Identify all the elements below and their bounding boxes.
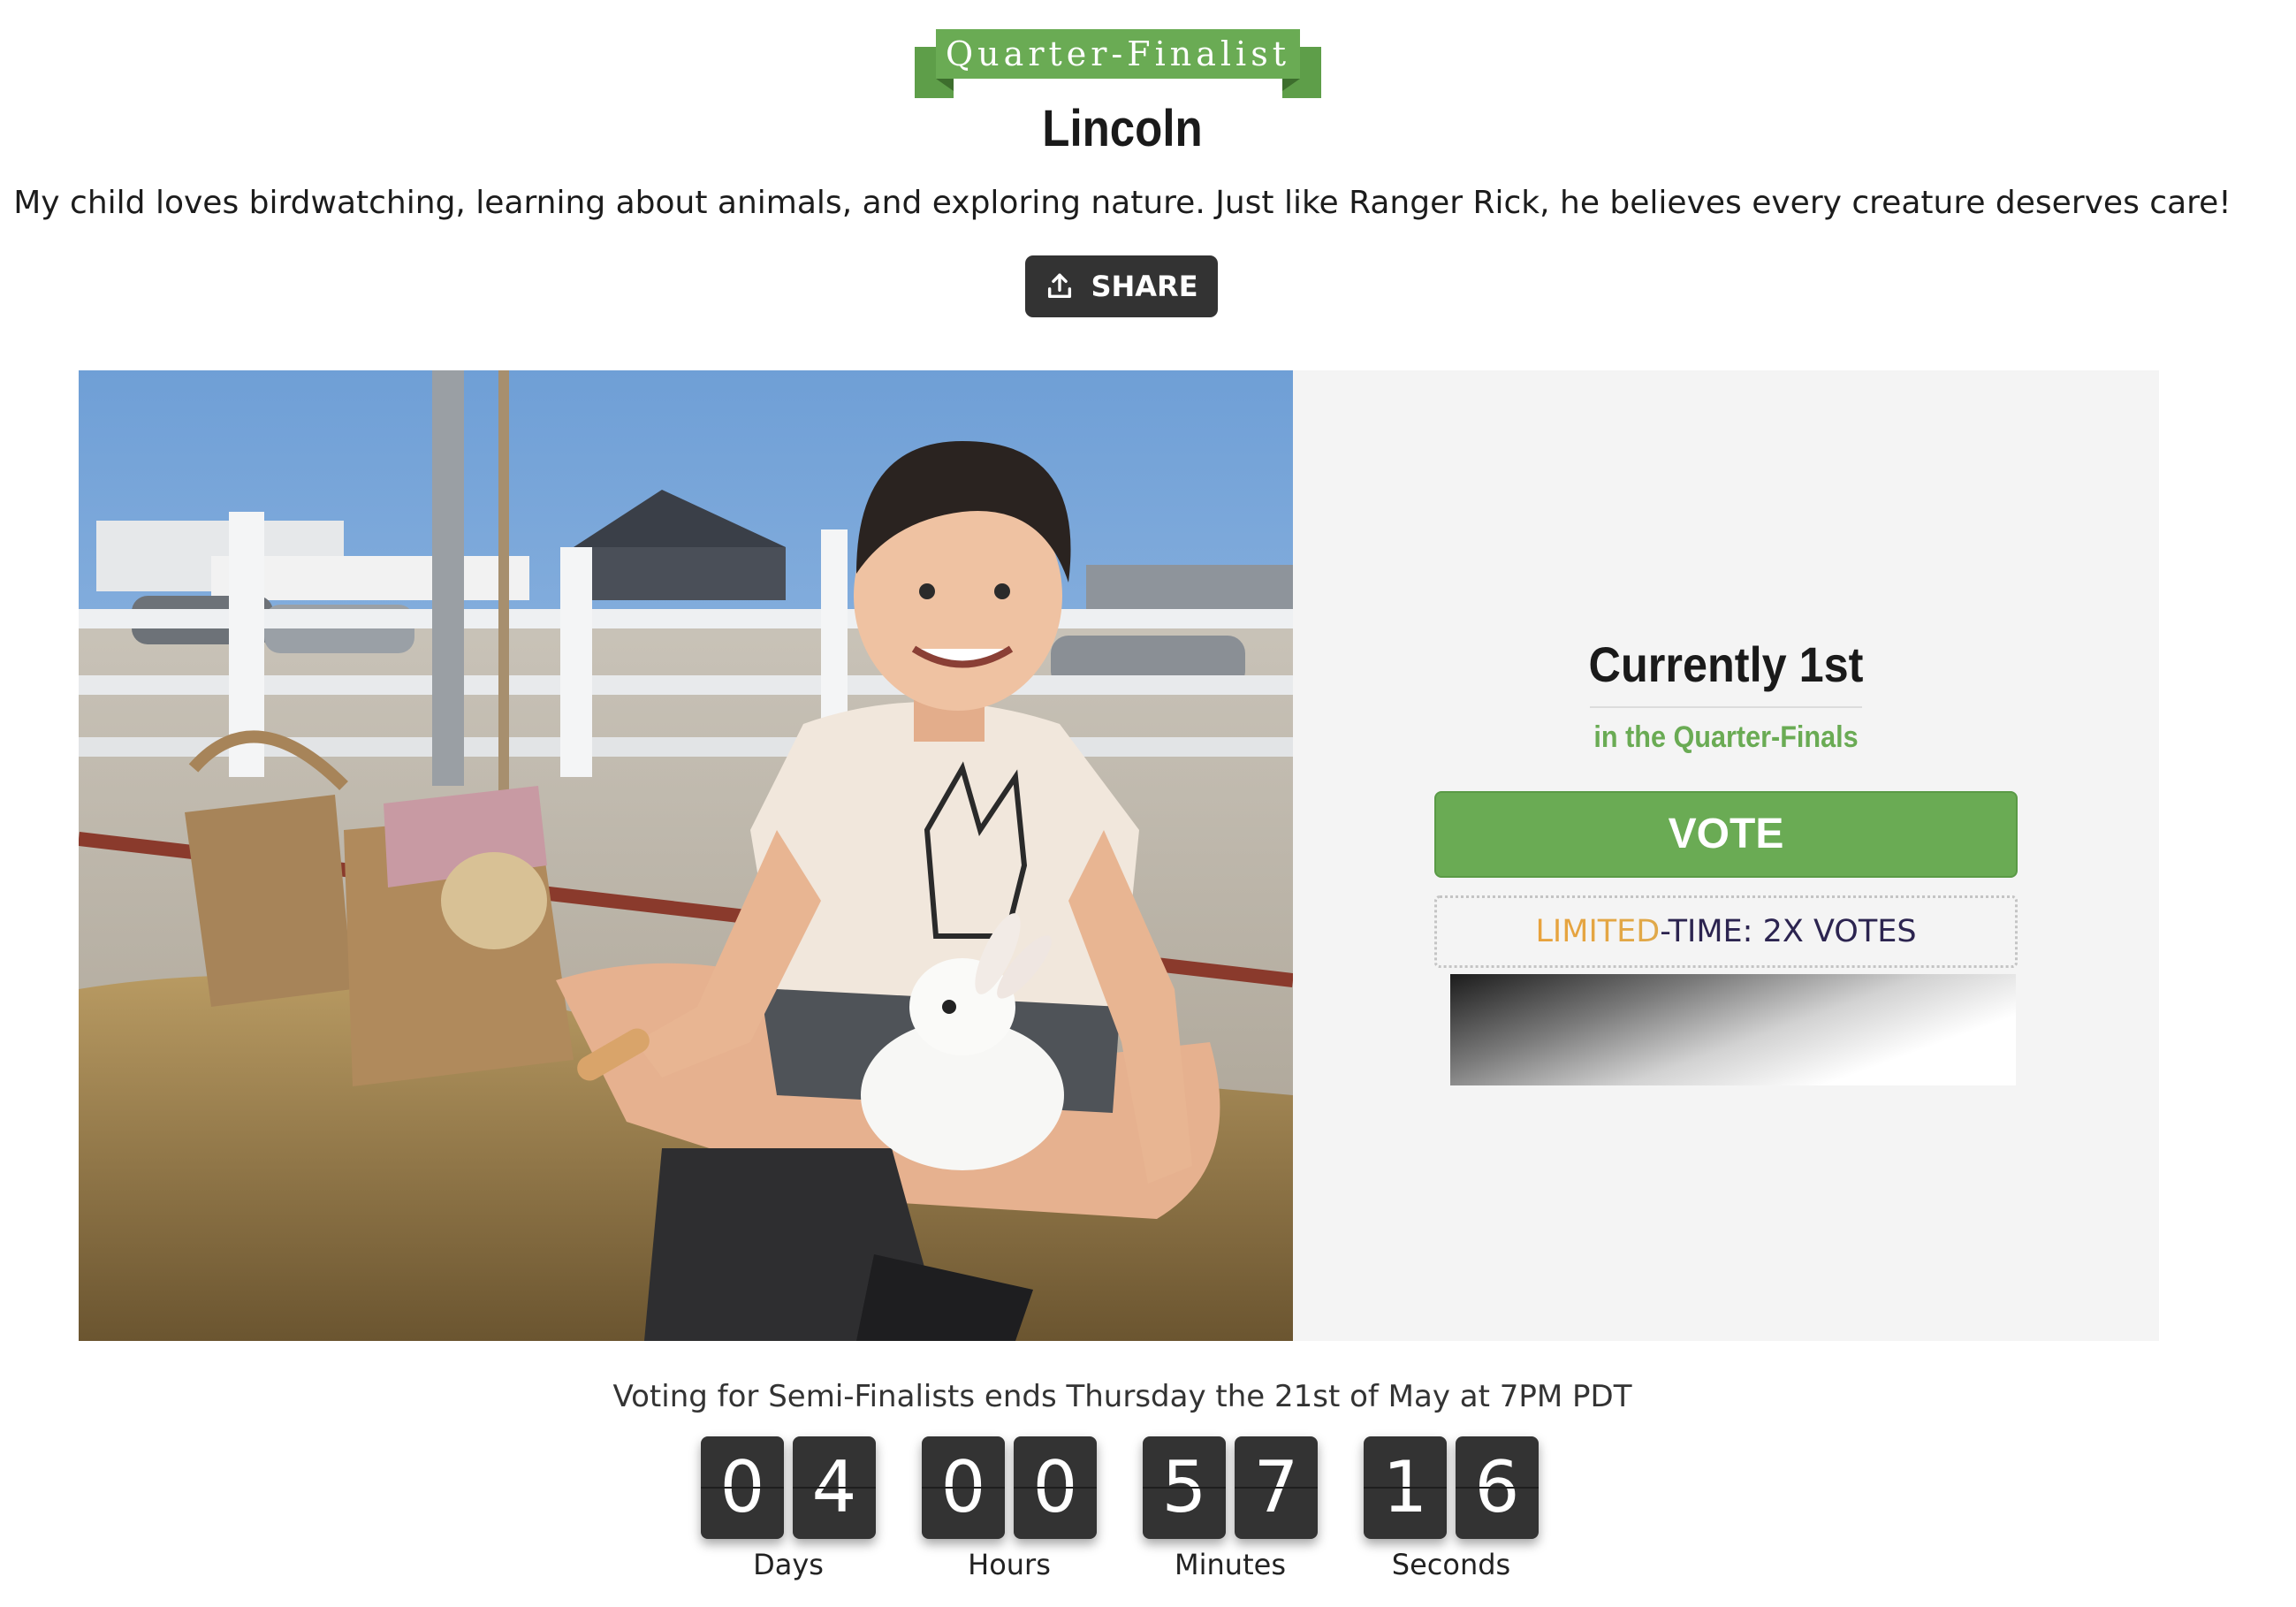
badge-label: Quarter-Finalist: [936, 29, 1300, 79]
share-upload-icon: [1048, 273, 1072, 299]
countdown-days: 0 4 Days: [701, 1436, 876, 1581]
quarter-finalist-badge: Quarter-Finalist: [915, 29, 1321, 100]
promo-text-cool: -TIME: 2X VOTES: [1660, 914, 1917, 949]
rank-divider: [1590, 706, 1862, 708]
days-digit-tens: 0: [701, 1436, 784, 1539]
hours-digit-ones: 0: [1014, 1436, 1097, 1539]
current-rank: Currently 1st: [1588, 636, 1864, 692]
countdown-timer: 0 4 Days 0 0 Hours 5 7 Minutes 1 6 Secon…: [701, 1436, 1539, 1581]
badge-ribbon-fold-left: [936, 79, 954, 91]
hours-label: Hours: [968, 1548, 1051, 1581]
minutes-label: Minutes: [1175, 1548, 1286, 1581]
promo-gradient-banner: [1450, 974, 2016, 1085]
vote-button[interactable]: VOTE: [1434, 791, 2018, 878]
share-button[interactable]: SHARE: [1025, 255, 1218, 317]
vote-panel: Currently 1st in the Quarter-Finals VOTE…: [1293, 370, 2159, 1341]
share-button-label: SHARE: [1091, 270, 1198, 303]
seconds-digit-tens: 1: [1364, 1436, 1447, 1539]
promo-text-warm: LIMITED: [1535, 914, 1661, 949]
badge-ribbon-fold-right: [1282, 79, 1300, 91]
countdown-minutes: 5 7 Minutes: [1143, 1436, 1318, 1581]
entrant-description: My child loves birdwatching, learning ab…: [13, 185, 2231, 221]
countdown-hours: 0 0 Hours: [922, 1436, 1097, 1581]
contestant-photo: [79, 370, 1293, 1341]
seconds-label: Seconds: [1391, 1548, 1511, 1581]
competition-phase: in the Quarter-Finals: [1593, 720, 1859, 754]
seconds-digit-ones: 6: [1456, 1436, 1539, 1539]
voting-deadline-message: Voting for Semi-Finalists ends Thursday …: [612, 1379, 1632, 1414]
hours-digit-tens: 0: [922, 1436, 1005, 1539]
minutes-digit-ones: 7: [1235, 1436, 1318, 1539]
days-digit-ones: 4: [793, 1436, 876, 1539]
contestant-photo-illustration: [79, 370, 1293, 1341]
minutes-digit-tens: 5: [1143, 1436, 1226, 1539]
countdown-seconds: 1 6 Seconds: [1364, 1436, 1539, 1581]
double-votes-promo[interactable]: LIMITED-TIME: 2X VOTES: [1434, 895, 2018, 968]
entrant-name: Lincoln: [1042, 100, 1203, 157]
days-label: Days: [753, 1548, 824, 1581]
